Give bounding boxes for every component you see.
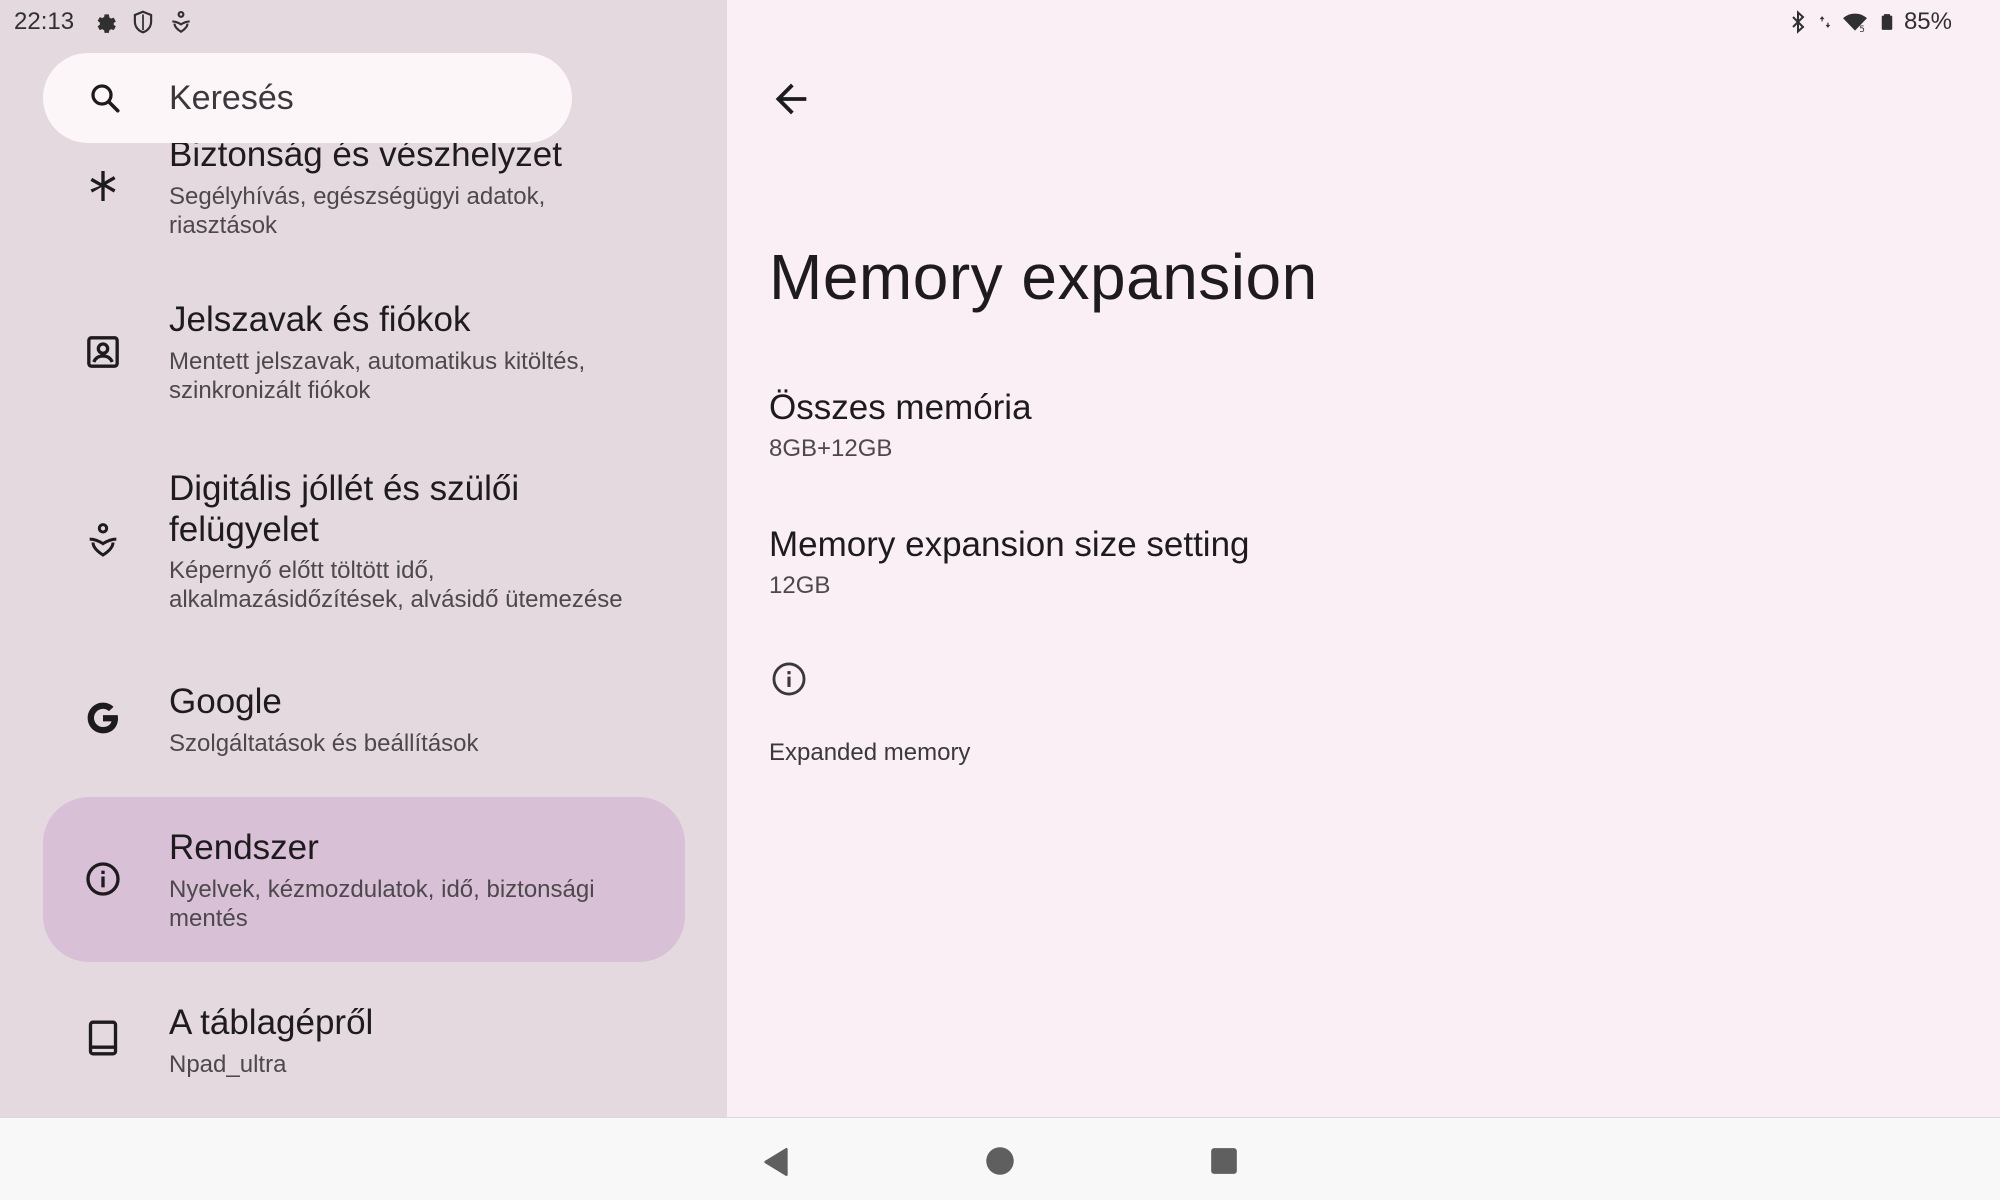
google-icon [87, 702, 118, 734]
menu-item-google[interactable]: Google Szolgáltatások és beállítások [43, 678, 685, 778]
status-bar-right: 5 85% [1786, 6, 1952, 38]
pref-title: Összes memória [769, 388, 1032, 427]
pref-summary: 8GB+12GB [769, 435, 893, 462]
data-arrows-icon [1819, 16, 1831, 28]
battery-icon [1881, 14, 1893, 30]
gear-icon [97, 14, 116, 33]
menu-item-subtitle: Nyelvek, kézmozdulatok, idő, biztonsági [169, 876, 595, 903]
menu-item-title: felügyelet [169, 510, 319, 549]
search-placeholder: Keresés [169, 78, 294, 117]
menu-item-subtitle: Segélyhívás, egészségügyi adatok, [169, 183, 546, 210]
wifi-icon: 5 [1843, 13, 1867, 35]
digital-wellbeing-icon [89, 523, 117, 557]
svg-text:5: 5 [1859, 25, 1865, 35]
info-icon [86, 862, 120, 896]
bluetooth-icon [1792, 10, 1805, 34]
settings-menu-pane: Biztonság és vészhelyzet Segélyhívás, eg… [0, 0, 727, 1117]
menu-item-title: Google [169, 682, 282, 721]
status-bar-left: 22:13 [14, 6, 194, 38]
menu-item-digital-wellbeing[interactable]: Digitális jóllét és szülői felügyelet Ké… [43, 462, 685, 622]
search-input[interactable]: Keresés [43, 53, 572, 143]
menu-item-subtitle: alkalmazásidőzítések, alvásidő ütemezése [169, 586, 623, 613]
nav-recents-icon[interactable] [1210, 1147, 1238, 1175]
footer-text: Expanded memory [769, 739, 971, 766]
menu-item-title: Rendszer [169, 828, 319, 867]
menu-item-subtitle: mentés [169, 905, 248, 932]
battery-percent: 85% [1903, 8, 1952, 35]
back-arrow-icon[interactable] [768, 76, 814, 122]
shield-icon [133, 10, 153, 34]
menu-item-about-tablet[interactable]: A táblagépről Npad_ultra [43, 1000, 685, 1100]
navigation-bar [0, 1117, 2000, 1200]
search-icon [91, 84, 120, 113]
menu-item-system[interactable]: Rendszer Nyelvek, kézmozdulatok, idő, bi… [43, 797, 685, 962]
menu-item-subtitle: Npad_ultra [169, 1051, 287, 1078]
tablet-icon [88, 1020, 118, 1056]
menu-item-safety-emergency[interactable]: Biztonság és vészhelyzet Segélyhívás, eg… [43, 132, 685, 252]
memory-expansion-detail-pane: Memory expansion Összes memória 8GB+12GB… [727, 0, 2000, 1117]
menu-item-passwords-accounts[interactable]: Jelszavak és fiókok Mentett jelszavak, a… [43, 295, 685, 415]
menu-item-subtitle: szinkronizált fiókok [169, 377, 371, 404]
pref-summary: 12GB [769, 572, 831, 599]
menu-item-title: A táblagépről [169, 1003, 374, 1042]
status-time: 22:13 [14, 8, 75, 35]
nav-back-icon[interactable] [761, 1145, 793, 1179]
account-box-icon [87, 336, 119, 368]
menu-item-subtitle: riasztások [169, 212, 278, 239]
menu-item-title: Jelszavak és fiókok [169, 300, 471, 339]
menu-item-title: Digitális jóllét és szülői [169, 469, 520, 508]
menu-item-subtitle: Mentett jelszavak, automatikus kitöltés, [169, 348, 586, 375]
page-title: Memory expansion [769, 241, 1318, 313]
menu-item-subtitle: Szolgáltatások és beállítások [169, 730, 479, 757]
pref-title: Memory expansion size setting [769, 525, 1250, 564]
info-icon [772, 662, 806, 696]
menu-item-subtitle: Képernyő előtt töltött idő, [169, 557, 435, 584]
nav-home-icon[interactable] [985, 1146, 1015, 1176]
asterisk-icon [90, 171, 116, 201]
digital-wellbeing-icon [172, 10, 190, 34]
